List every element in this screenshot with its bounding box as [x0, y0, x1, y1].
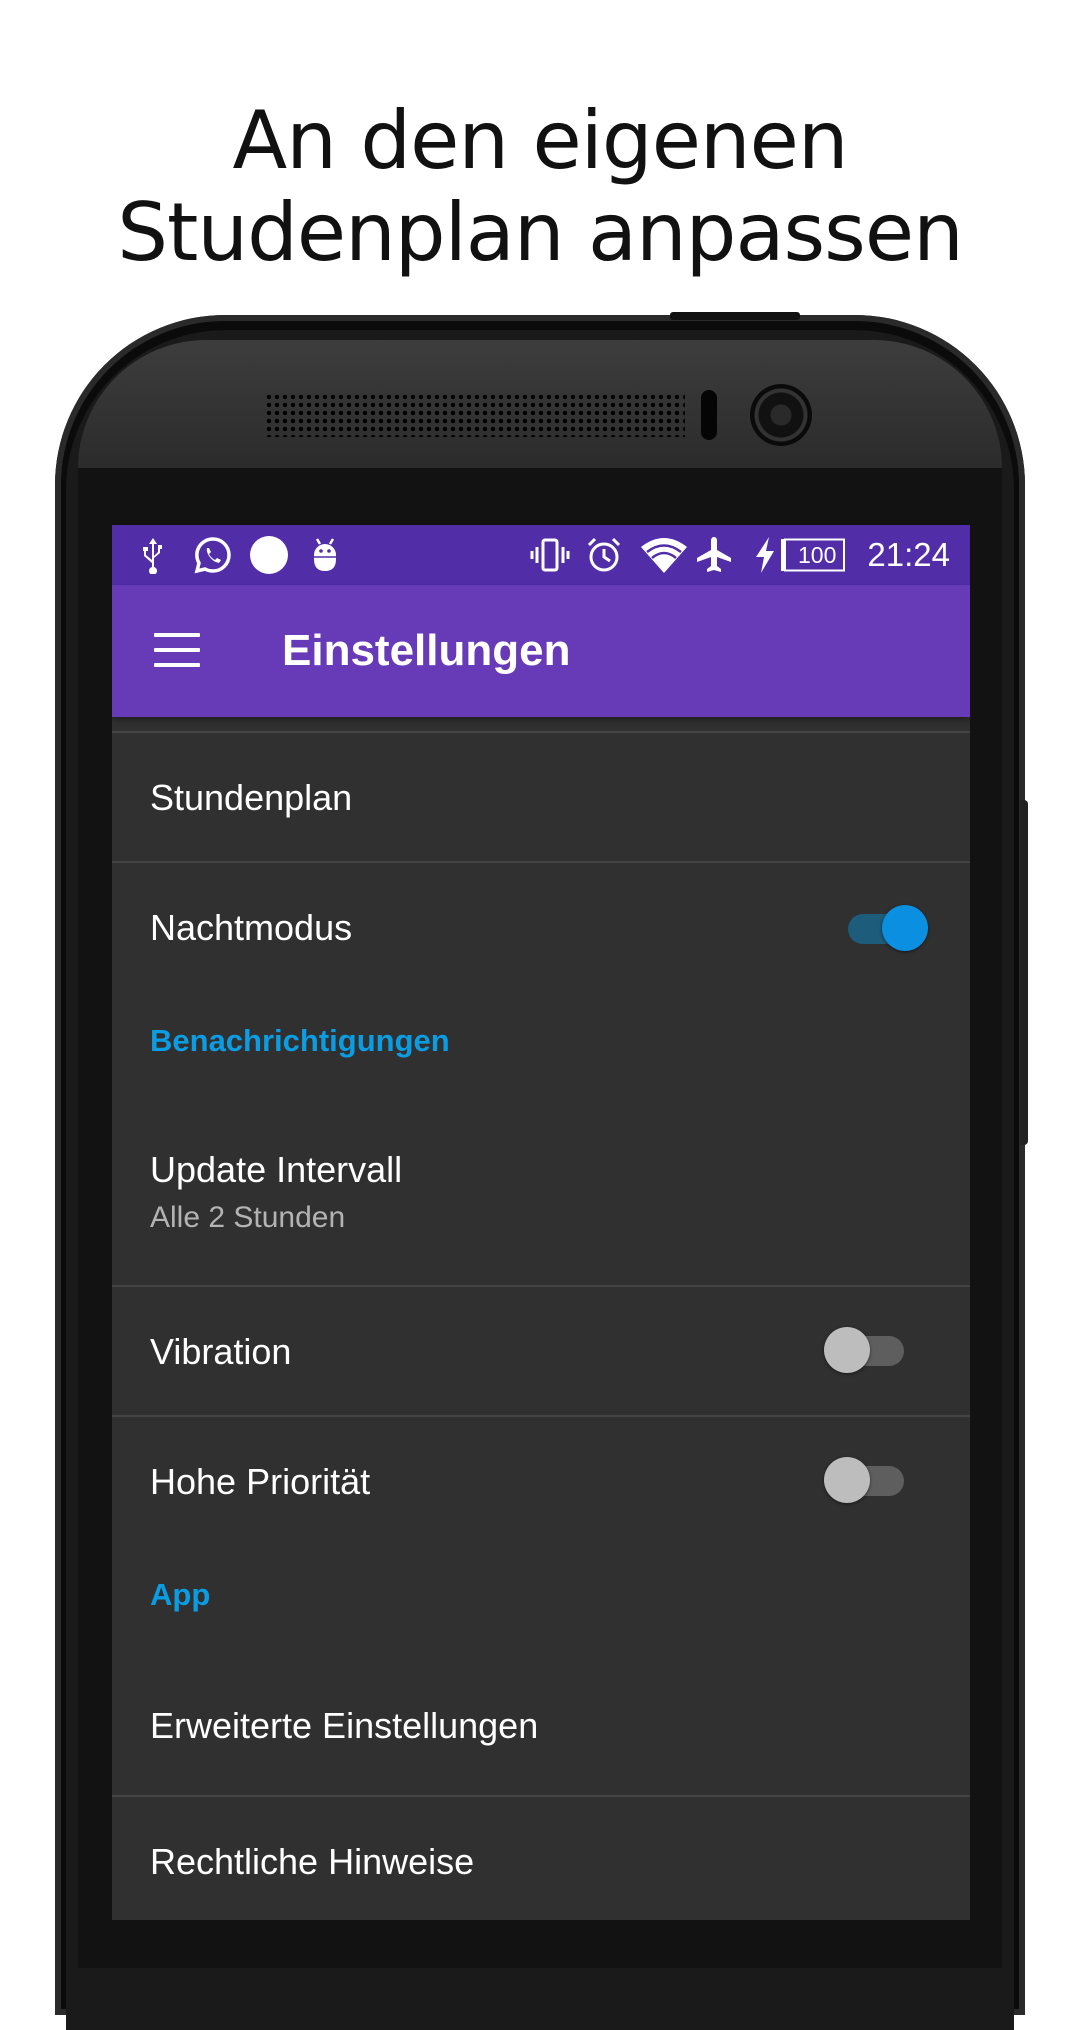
switch-thumb	[882, 905, 928, 951]
vibrate-icon	[528, 535, 572, 575]
category-benachrichtigungen: Benachrichtigungen	[112, 991, 970, 1111]
switch-thumb	[824, 1457, 870, 1503]
status-time: 21:24	[867, 536, 950, 573]
android-debug-icon	[308, 535, 342, 575]
setting-stundenplan-label: Stundenplan	[150, 777, 353, 818]
category-benachrichtigungen-label: Benachrichtigungen	[150, 1023, 450, 1058]
setting-erweiterte-einstellungen-label: Erweiterte Einstellungen	[150, 1705, 539, 1746]
switch-thumb	[824, 1327, 870, 1373]
setting-rechtliche-hinweise-label: Rechtliche Hinweise	[150, 1841, 475, 1882]
speaker-grille	[265, 393, 685, 437]
nachtmodus-switch[interactable]	[848, 905, 928, 951]
whatsapp-icon	[192, 535, 234, 575]
setting-vibration[interactable]: Vibration	[112, 1287, 970, 1415]
setting-rechtliche-hinweise[interactable]: Rechtliche Hinweise	[112, 1797, 970, 1920]
alarm-icon	[584, 535, 624, 575]
vibration-switch[interactable]	[824, 1327, 908, 1373]
category-app: App	[112, 1545, 970, 1667]
setting-hohe-prioritaet[interactable]: Hohe Priorität	[112, 1417, 970, 1545]
setting-erweiterte-einstellungen[interactable]: Erweiterte Einstellungen	[112, 1667, 970, 1795]
front-camera	[750, 384, 812, 446]
usb-icon	[138, 535, 168, 575]
phone-power-button	[670, 312, 800, 320]
setting-nachtmodus-label: Nachtmodus	[150, 907, 353, 948]
category-app-label: App	[150, 1577, 211, 1612]
app-toolbar: Einstellungen	[112, 585, 970, 717]
setting-stundenplan[interactable]: Stundenplan	[112, 733, 970, 861]
phone-volume-button	[1020, 800, 1028, 1145]
setting-hohe-prioritaet-label: Hohe Priorität	[150, 1461, 371, 1502]
setting-update-intervall[interactable]: Update Intervall Alle 2 Stunden	[112, 1111, 970, 1285]
setting-nachtmodus[interactable]: Nachtmodus	[112, 863, 970, 991]
status-bar: 100 21:24	[112, 525, 970, 585]
hohe-prioritaet-switch[interactable]	[824, 1457, 908, 1503]
proximity-sensor	[701, 390, 717, 440]
headline-line-2: Studenplan anpassen	[117, 186, 964, 279]
setting-update-intervall-summary: Alle 2 Stunden	[150, 1201, 346, 1234]
settings-list: Stundenplan Nachtmodus Benachrichtigunge…	[112, 717, 970, 1920]
battery-level: 100	[798, 542, 837, 568]
hamburger-menu-icon[interactable]	[154, 633, 200, 667]
setting-vibration-label: Vibration	[150, 1331, 292, 1372]
toolbar-title: Einstellungen	[282, 626, 571, 675]
airplane-icon	[694, 535, 734, 575]
phone-screen: 100 21:24 Einstellungen Stundenplan Nach…	[112, 525, 970, 1920]
headline-line-1: An den eigenen	[232, 94, 848, 187]
battery-icon: 100	[780, 535, 846, 575]
promo-headline: An den eigenen Studenplan anpassen	[0, 95, 1080, 279]
charging-icon	[752, 535, 778, 575]
wifi-icon	[640, 535, 688, 575]
circle-notification-icon	[248, 535, 290, 575]
setting-update-intervall-label: Update Intervall	[150, 1149, 403, 1190]
